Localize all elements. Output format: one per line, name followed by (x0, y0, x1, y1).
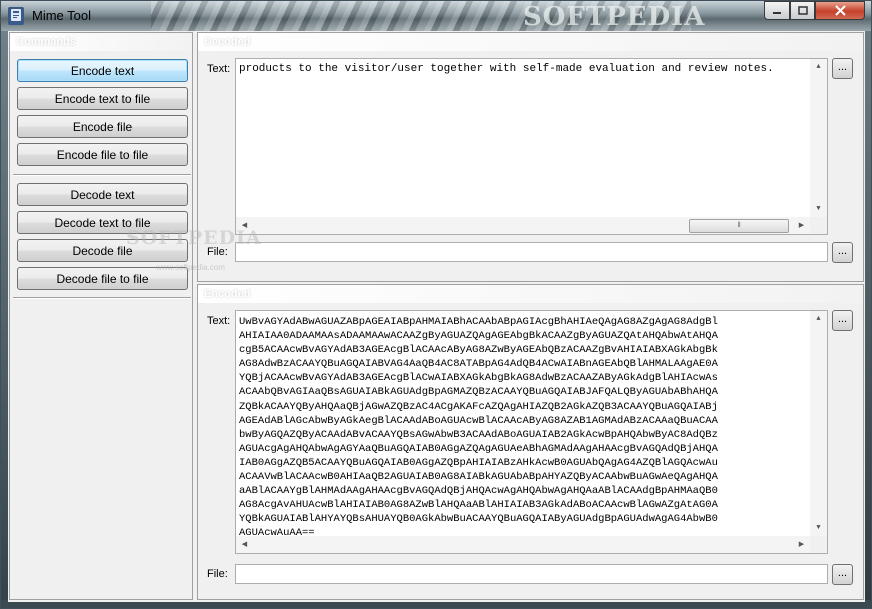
decoded-horizontal-scrollbar[interactable]: ◀ ⦀ ▶ (236, 217, 810, 234)
commands-divider (13, 174, 191, 176)
encoded-line: AG8AcgAvAHUAcwBlAHIAIAB0AG8AZwBlAHQAaABl… (239, 499, 718, 512)
encoded-text-browse-button[interactable]: ... (832, 310, 853, 331)
encoded-line: cgB5ACAAcwBvAGYAdAB3AGEAcgBlACAAcAByAG8A… (239, 344, 718, 357)
encoded-file-label: File: (207, 568, 228, 580)
decoded-file-input[interactable] (235, 242, 828, 262)
encoded-line: AG8AdwBzACAAYQBuAGQAIABVAG4AaQB4AC8ATABp… (239, 358, 718, 371)
encoded-line: AGEAdABlAGcAbwByAGkAegBlACAAdABoAGUAcwBl… (239, 414, 718, 427)
encoded-file-input[interactable] (235, 564, 828, 584)
scroll-right-icon[interactable]: ▶ (793, 221, 810, 230)
scroll-up-icon[interactable]: ▲ (810, 315, 827, 323)
decoded-vertical-scrollbar[interactable]: ▲ ▼ (810, 59, 827, 217)
title-bar[interactable]: Mime Tool SOFTPEDIA (1, 1, 871, 31)
encode-text-button[interactable]: Encode text (17, 59, 188, 82)
encoded-text-label: Text: (207, 315, 231, 327)
background-watermark: SOFTPEDIA (126, 227, 262, 249)
encoded-line: AGUAcgAgAHQAbwAgAGYAaQBuAGQAIAB0AGgAZQAg… (239, 442, 718, 455)
encoded-line: aABlACAAYgBlAHMAdAAgAHAAcgBvAGQAdQBjAHQA… (239, 485, 718, 498)
minimize-icon (773, 11, 781, 14)
window-border-left (1, 31, 8, 608)
scroll-corner (810, 536, 827, 553)
encoded-line: ZQBkACAAYQByAHQAaQBjAGwAZQBzAC4ACgAKAFcA… (239, 400, 718, 413)
encoded-line: YQBkAGUAIABlAHYAYQBsAHUAYQB0AGkAbwBuACAA… (239, 513, 718, 526)
tool-icon (11, 9, 21, 21)
decoded-text-value[interactable]: products to the visitor/user together wi… (239, 63, 809, 75)
encode-file-button[interactable]: Encode file (17, 115, 188, 138)
minimize-button[interactable] (764, 1, 790, 20)
softpedia-watermark: SOFTPEDIA (523, 2, 706, 31)
encoded-line: YQBjACAAcwBvAGYAdAB3AGEAcgBlACwAIABXAGkA… (239, 372, 718, 385)
encoded-line: AHIAIAA0ADAAMAAsADAAMAAwACAAZgByAGUAZQAg… (239, 330, 718, 343)
encoded-line: IAB0AGgAZQB5ACAAYQBuAGQAIAB0AGgAZQBpAHIA… (239, 456, 718, 469)
encoded-file-browse-button[interactable]: ... (832, 564, 853, 585)
commands-header: Commands (10, 33, 192, 51)
background-watermark-url: www.softpedia.com (156, 263, 225, 272)
scroll-down-icon[interactable]: ▼ (810, 524, 827, 532)
encoded-line: ACAAbQBvAGIAaQBsAGUAIABkAGUAdgBpAGMAZQBz… (239, 386, 718, 399)
app-icon[interactable] (8, 7, 24, 25)
decoded-text-area[interactable]: products to the visitor/user together wi… (235, 58, 828, 235)
commands-panel: Commands Encode text Encode text to file… (9, 32, 193, 600)
scroll-left-icon[interactable]: ◀ (236, 540, 253, 549)
encoded-horizontal-scrollbar[interactable]: ◀ ▶ (236, 536, 810, 553)
decoded-text-label: Text: (207, 63, 231, 75)
encode-text-to-file-button[interactable]: Encode text to file (17, 87, 188, 110)
main-window: Mime Tool SOFTPEDIA Commands Encode text… (0, 0, 872, 609)
encoded-header: Encoded (198, 285, 863, 303)
encoded-line: ACAAVwBlACAAcwB0AHIAaQB2AGUAIAB0AG8AIABk… (239, 471, 718, 484)
maximize-button[interactable] (790, 1, 815, 20)
scroll-corner (810, 217, 827, 234)
encoded-panel: Encoded Text: UwBvAGYAdABwAGUAZABpAGEAIA… (197, 284, 864, 600)
window-controls (764, 1, 865, 20)
decoded-file-browse-button[interactable]: ... (832, 242, 853, 263)
encoded-line: UwBvAGYAdABwAGUAZABpAGEAIABpAHMAIABhACAA… (239, 316, 718, 328)
encode-file-to-file-button[interactable]: Encode file to file (17, 143, 188, 166)
decoded-panel: Decoded Text: products to the visitor/us… (197, 32, 864, 282)
decoded-text-browse-button[interactable]: ... (832, 58, 853, 79)
scroll-right-icon[interactable]: ▶ (793, 540, 810, 549)
encoded-text-area[interactable]: UwBvAGYAdABwAGUAZABpAGEAIABpAHMAIABhACAA… (235, 310, 828, 554)
scroll-up-icon[interactable]: ▲ (810, 63, 827, 71)
close-button[interactable] (815, 1, 865, 20)
window-title: Mime Tool (32, 8, 92, 23)
decode-text-button[interactable]: Decode text (17, 183, 188, 206)
commands-bottom-divider (13, 297, 191, 299)
scroll-down-icon[interactable]: ▼ (810, 205, 827, 213)
encoded-vertical-scrollbar[interactable]: ▲ ▼ (810, 311, 827, 536)
client-area: Commands Encode text Encode text to file… (8, 31, 865, 602)
encoded-line: bwByAGQAZQByACAAdABvACAAYQBsAGwAbwB3ACAA… (239, 428, 718, 441)
maximize-icon (797, 5, 808, 15)
close-icon (834, 5, 846, 16)
decoded-header: Decoded (198, 33, 863, 51)
encoded-text-value[interactable]: UwBvAGYAdABwAGUAZABpAGEAIABpAHMAIABhACAA… (239, 315, 809, 541)
horizontal-scroll-thumb[interactable]: ⦀ (689, 219, 789, 233)
